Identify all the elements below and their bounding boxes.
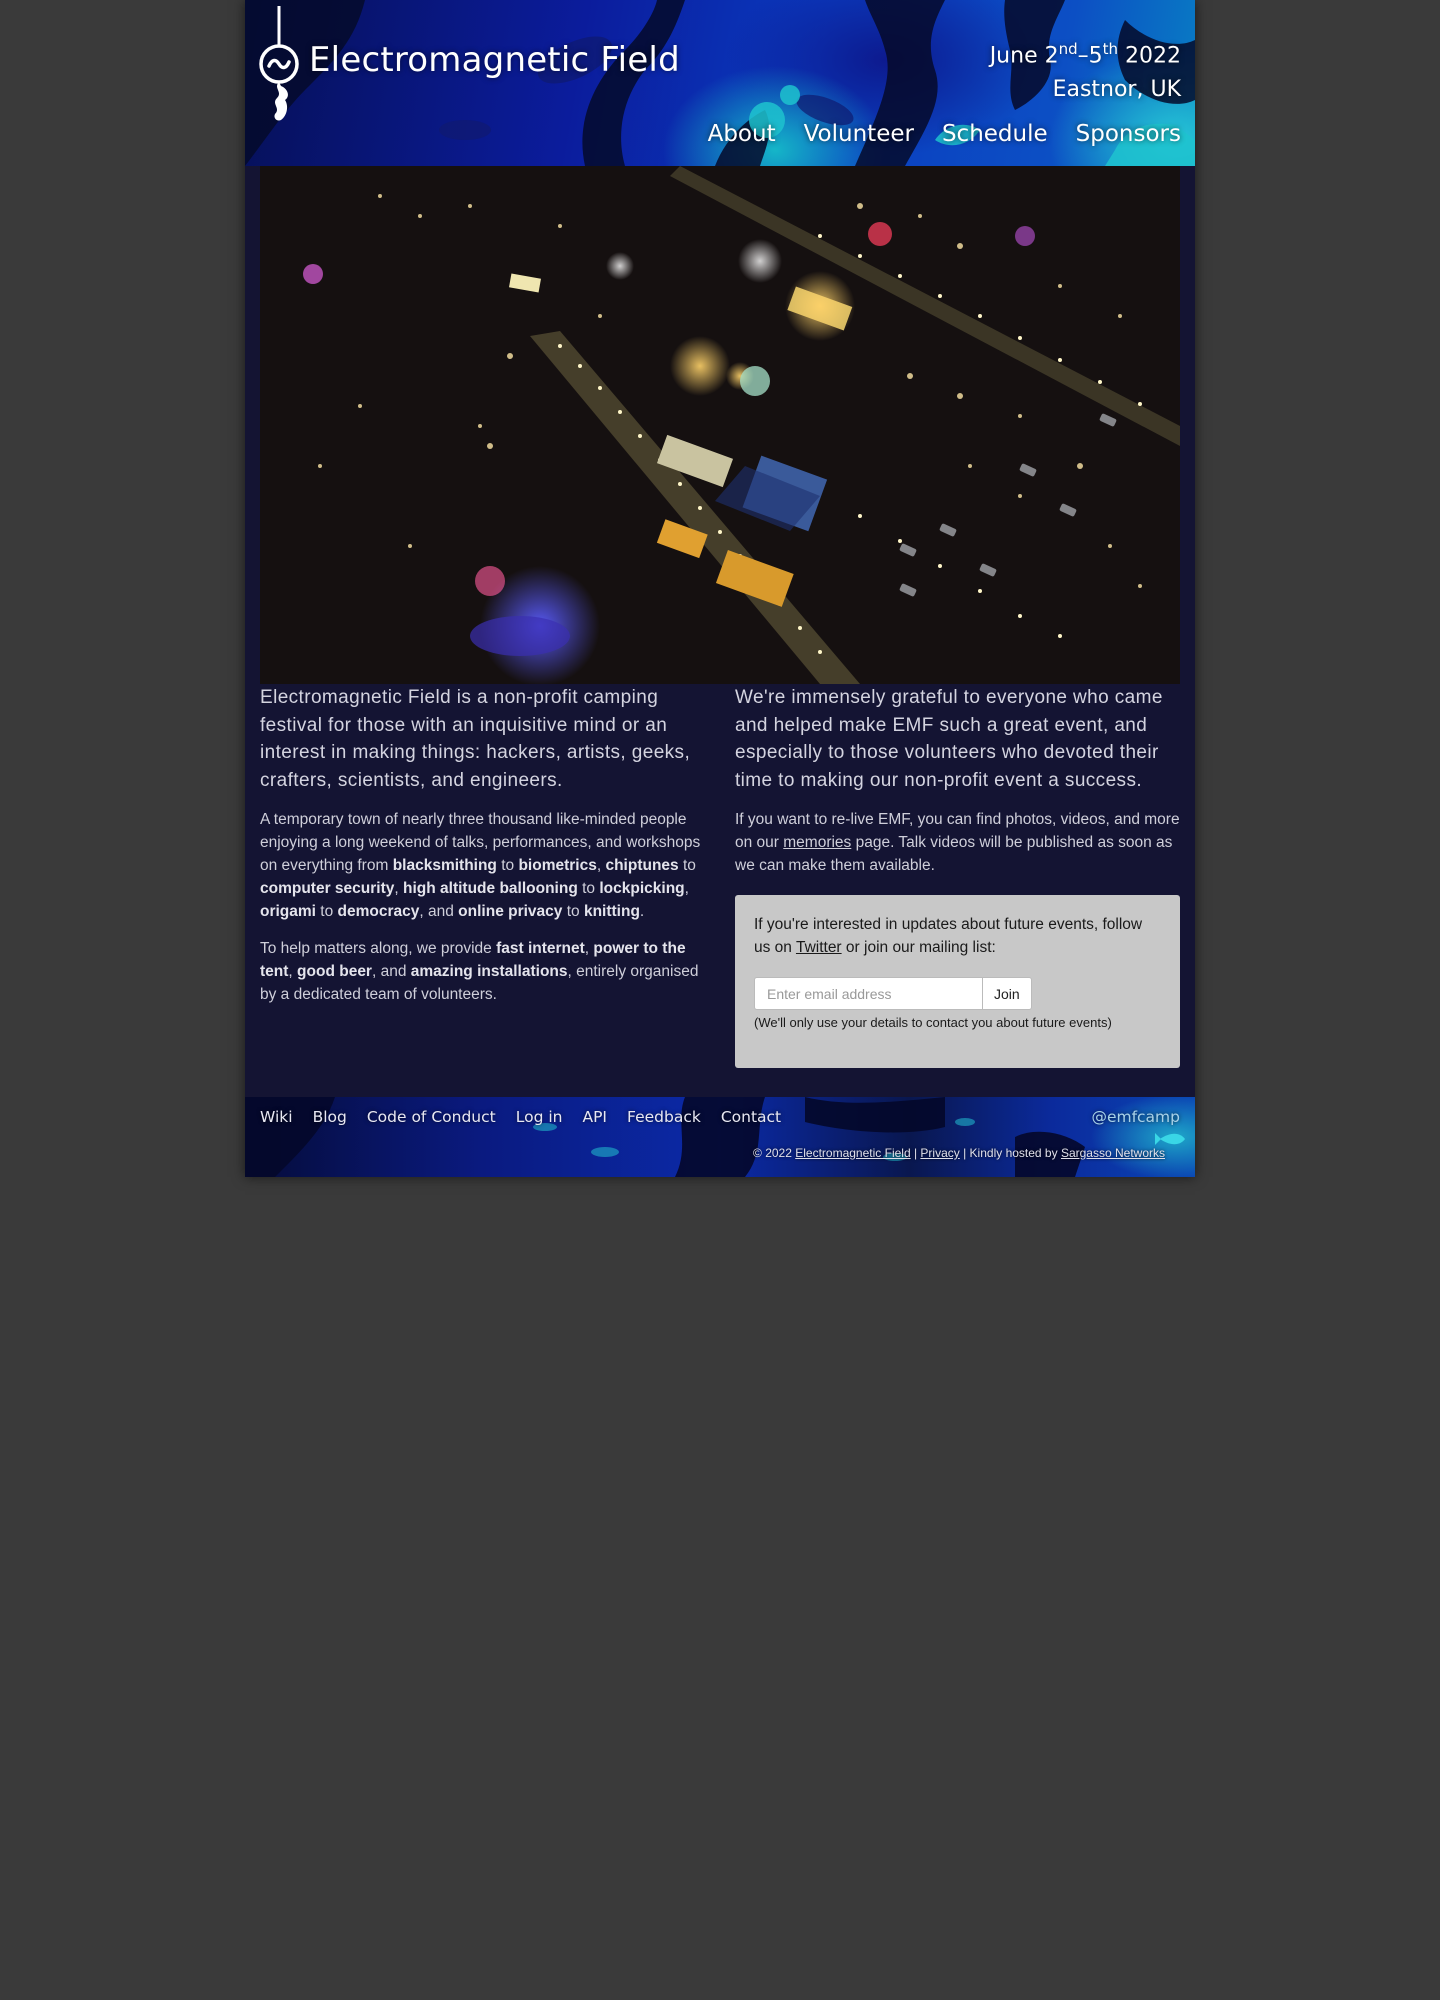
amenity-highlight: amazing installations	[410, 963, 568, 980]
text-fragment: .	[639, 903, 645, 920]
text-fragment: to	[678, 857, 696, 874]
intro-paragraph-amenities: To help matters along, we provide fast i…	[260, 937, 715, 1006]
event-info: June 2nd–5th 2022 Eastnor, UK	[990, 32, 1181, 107]
host-link[interactable]: Sargasso Networks	[1061, 1146, 1165, 1160]
date-start: June 2	[989, 43, 1059, 69]
footer-link-blog[interactable]: Blog	[313, 1108, 347, 1126]
text-fragment: or join our mailing list:	[841, 939, 996, 956]
text-fragment: , and	[419, 903, 459, 920]
text-fragment: To help matters along, we provide	[260, 940, 497, 957]
page-container: Electromagnetic Field June 2nd–5th 2022 …	[245, 0, 1195, 1177]
memories-paragraph: If you want to re-live EMF, you can find…	[735, 808, 1180, 877]
copyright-line: © 2022 Electromagnetic Field | Privacy |…	[753, 1146, 1165, 1160]
nav-sponsors[interactable]: Sponsors	[1076, 121, 1181, 147]
nav-about[interactable]: About	[708, 121, 776, 147]
twitter-handle-link[interactable]: @emfcamp	[1091, 1108, 1180, 1126]
amenity-highlight: fast internet	[496, 940, 585, 957]
emf-logo-icon[interactable]	[259, 6, 303, 124]
footer-link-login[interactable]: Log in	[516, 1108, 563, 1126]
twitter-link[interactable]: Twitter	[796, 939, 842, 956]
text-fragment: to	[577, 880, 600, 897]
privacy-link[interactable]: Privacy	[920, 1146, 959, 1160]
text-fragment: ,	[288, 963, 298, 980]
thanks-column: We're immensely grateful to everyone who…	[735, 684, 1180, 1068]
topic-highlight: computer security	[260, 880, 395, 897]
topic-highlight: knitting	[583, 903, 640, 920]
festival-aerial-photo-icon	[260, 166, 1180, 684]
text-fragment: ,	[684, 880, 689, 897]
footer-nav: Wiki Blog Code of Conduct Log in API Fee…	[260, 1108, 781, 1126]
topic-highlight: democracy	[337, 903, 420, 920]
event-dates: June 2nd–5th 2022	[990, 32, 1181, 73]
signup-form: Join	[754, 977, 1161, 1010]
main-nav: About Volunteer Schedule Sponsors	[708, 121, 1181, 147]
topic-highlight: origami	[260, 903, 316, 920]
topic-highlight: online privacy	[458, 903, 563, 920]
date-year: 2022	[1118, 43, 1181, 69]
text-fragment: to	[315, 903, 338, 920]
memories-link[interactable]: memories	[783, 834, 851, 851]
intro-paragraph-topics: A temporary town of nearly three thousan…	[260, 808, 715, 923]
hero-festival-photo	[260, 166, 1180, 684]
hosted-by-text: | Kindly hosted by	[959, 1146, 1061, 1160]
text-fragment: , and	[371, 963, 411, 980]
thanks-lead: We're immensely grateful to everyone who…	[735, 687, 1163, 791]
copyright-org-link[interactable]: Electromagnetic Field	[795, 1146, 910, 1160]
event-location: Eastnor, UK	[1052, 77, 1181, 103]
text-fragment: to	[496, 857, 519, 874]
mailing-list-box: If you're interested in updates about fu…	[735, 895, 1180, 1068]
topic-highlight: high altitude ballooning	[403, 880, 578, 897]
intro-lead: Electromagnetic Field is a non-profit ca…	[260, 687, 691, 791]
date-start-suffix: nd	[1058, 40, 1078, 58]
footer-link-api[interactable]: API	[582, 1108, 607, 1126]
date-end-suffix: th	[1102, 40, 1119, 58]
text-fragment: to	[562, 903, 584, 920]
footer-link-contact[interactable]: Contact	[721, 1108, 781, 1126]
text-fragment: ,	[394, 880, 404, 897]
footer-link-code-of-conduct[interactable]: Code of Conduct	[367, 1108, 496, 1126]
site-header: Electromagnetic Field June 2nd–5th 2022 …	[245, 0, 1195, 166]
nav-volunteer[interactable]: Volunteer	[804, 121, 914, 147]
intro-column: Electromagnetic Field is a non-profit ca…	[260, 684, 715, 1006]
email-input[interactable]	[754, 977, 982, 1010]
topic-highlight: chiptunes	[605, 857, 679, 874]
nav-schedule[interactable]: Schedule	[942, 121, 1048, 147]
privacy-note: (We'll only use your details to contact …	[754, 1015, 1112, 1030]
signup-text: If you're interested in updates about fu…	[754, 913, 1161, 959]
topic-highlight: blacksmithing	[392, 857, 497, 874]
date-end: –5	[1077, 43, 1103, 69]
topic-highlight: lockpicking	[599, 880, 685, 897]
copyright-year: © 2022	[753, 1146, 796, 1160]
footer-link-wiki[interactable]: Wiki	[260, 1108, 293, 1126]
site-title-link[interactable]: Electromagnetic Field	[309, 40, 680, 80]
footer-link-feedback[interactable]: Feedback	[627, 1108, 701, 1126]
separator: |	[910, 1146, 921, 1160]
topic-highlight: biometrics	[518, 857, 597, 874]
join-button[interactable]: Join	[982, 977, 1032, 1010]
amenity-highlight: good beer	[297, 963, 372, 980]
site-footer: Wiki Blog Code of Conduct Log in API Fee…	[245, 1097, 1195, 1177]
